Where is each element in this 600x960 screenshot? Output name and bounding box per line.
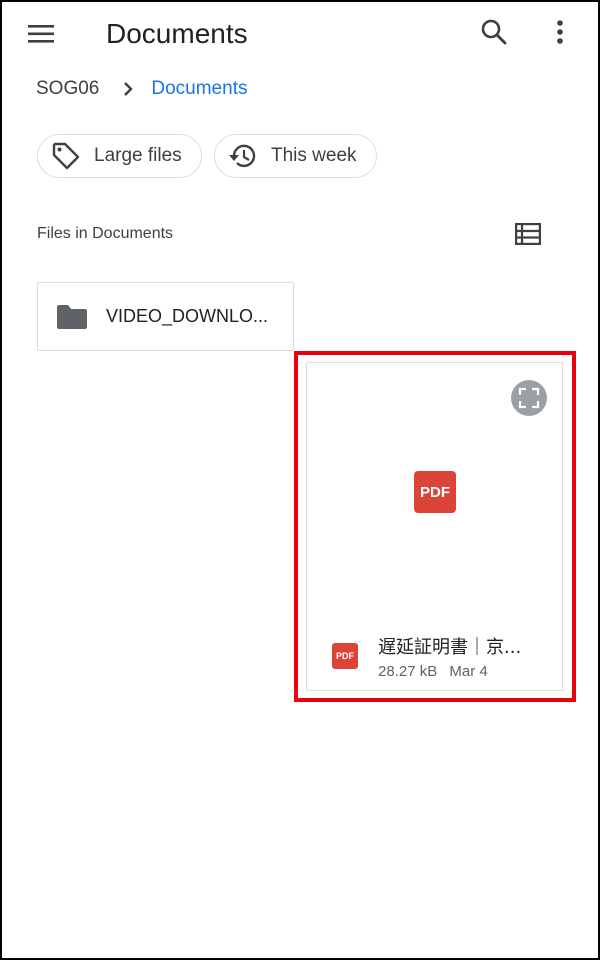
tag-icon (50, 140, 82, 172)
list-view-toggle[interactable] (508, 214, 548, 254)
pdf-icon: PDF (332, 643, 358, 669)
file-date: Mar 4 (449, 663, 488, 680)
expand-icon (518, 387, 540, 409)
page-title: Documents (106, 18, 248, 49)
chip-large-files[interactable]: Large files (37, 134, 202, 178)
breadcrumb-root[interactable]: SOG06 (36, 78, 99, 100)
history-icon (227, 140, 259, 172)
file-info: PDF 遅延証明書｜京... 28.27 kB Mar 4 (307, 625, 564, 685)
chevron-right-icon (123, 81, 134, 97)
breadcrumb-current[interactable]: Documents (151, 78, 247, 100)
file-card[interactable]: PDF PDF 遅延証明書｜京... 28.27 kB Mar 4 (306, 362, 563, 691)
chip-label: This week (271, 145, 357, 166)
more-options-button[interactable] (540, 12, 580, 52)
folder-name: VIDEO_DOWNLO... (106, 306, 269, 326)
section-header: Files in Documents (37, 225, 174, 242)
folder-icon (56, 303, 88, 331)
file-meta: 28.27 kB Mar 4 (378, 663, 488, 680)
chip-this-week[interactable]: This week (214, 134, 377, 178)
search-button[interactable] (474, 12, 514, 52)
file-name: 遅延証明書｜京... (378, 637, 522, 658)
pdf-thumbnail-icon: PDF (414, 471, 456, 513)
menu-button[interactable] (22, 14, 62, 54)
list-view-icon (515, 223, 541, 245)
folder-item[interactable]: VIDEO_DOWNLO... (37, 282, 294, 351)
chip-label: Large files (94, 145, 182, 166)
expand-button[interactable] (511, 380, 547, 416)
more-vert-icon (557, 20, 563, 44)
file-size: 28.27 kB (378, 663, 438, 680)
search-icon (481, 19, 507, 45)
menu-icon (28, 25, 54, 43)
app-bar: Documents (0, 0, 600, 70)
breadcrumb: SOG06 Documents (36, 74, 247, 104)
